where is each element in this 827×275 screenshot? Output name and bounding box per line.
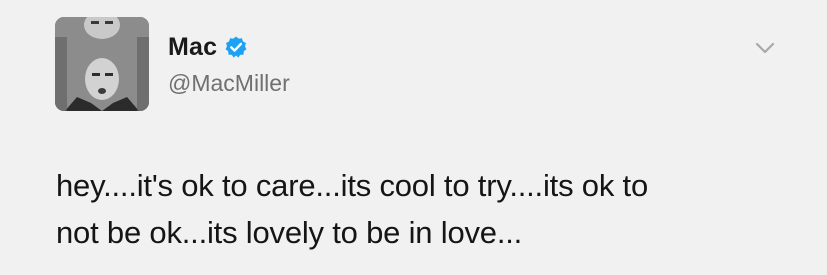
user-name-row[interactable]: Mac: [168, 32, 248, 62]
tweet-text-line: not be ok...its lovely to be in love...: [56, 215, 523, 250]
tweet-text: hey....it's ok to care...its cool to try…: [56, 162, 816, 256]
display-name[interactable]: Mac: [168, 33, 217, 62]
avatar[interactable]: [55, 17, 149, 111]
verified-badge-icon: [224, 35, 248, 59]
tweet-text-line: hey....it's ok to care...its cool to try…: [56, 168, 648, 203]
avatar-photo: [55, 17, 149, 111]
user-handle[interactable]: @MacMiller: [168, 70, 290, 97]
chevron-down-icon[interactable]: [752, 38, 778, 58]
tweet-card: Mac @MacMiller hey....it's ok to care...…: [0, 0, 827, 275]
